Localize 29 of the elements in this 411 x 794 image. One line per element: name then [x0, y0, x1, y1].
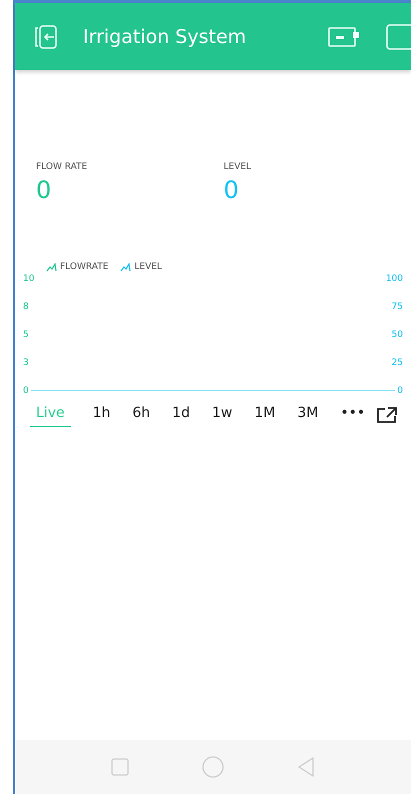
- time-range-tab[interactable]: 1M: [254, 402, 276, 427]
- device-board-icon[interactable]: [328, 24, 360, 48]
- back-triangle-icon[interactable]: [296, 757, 315, 777]
- time-range-tab[interactable]: 1d: [172, 402, 190, 427]
- time-range-tab[interactable]: 6h: [132, 402, 150, 427]
- axis-tick-label: 0: [395, 386, 403, 396]
- square-icon[interactable]: [111, 758, 130, 776]
- legend-label: LEVEL: [134, 262, 162, 272]
- axis-tick-label: 100: [384, 274, 403, 284]
- time-range-tab[interactable]: 3M: [297, 402, 318, 427]
- axis-tick-label: 8: [23, 302, 31, 312]
- axis-tick-label: 3: [23, 358, 31, 368]
- widget-label: FLOW RATE: [36, 162, 88, 172]
- expand-icon[interactable]: [377, 406, 398, 422]
- time-range-tab[interactable]: 1w: [212, 402, 232, 427]
- axis-tick-label: 5: [23, 330, 31, 340]
- axis-tick-label: 25: [390, 358, 403, 368]
- widget-value: 0: [224, 178, 239, 202]
- axis-tick-label: 0: [23, 386, 31, 396]
- widget-label: LEVEL: [224, 162, 252, 172]
- axis-tick-label: 50: [390, 330, 403, 340]
- time-range-tab[interactable]: •••: [340, 402, 366, 427]
- widget-value: 0: [36, 178, 52, 202]
- app-title: Irrigation System: [83, 26, 248, 48]
- legend-label: FLOWRATE: [60, 262, 108, 272]
- time-range-tab[interactable]: 1h: [92, 402, 110, 427]
- axis-tick-label: 10: [23, 274, 36, 284]
- axis-tick-label: 75: [390, 302, 403, 312]
- circle-icon[interactable]: [202, 756, 224, 778]
